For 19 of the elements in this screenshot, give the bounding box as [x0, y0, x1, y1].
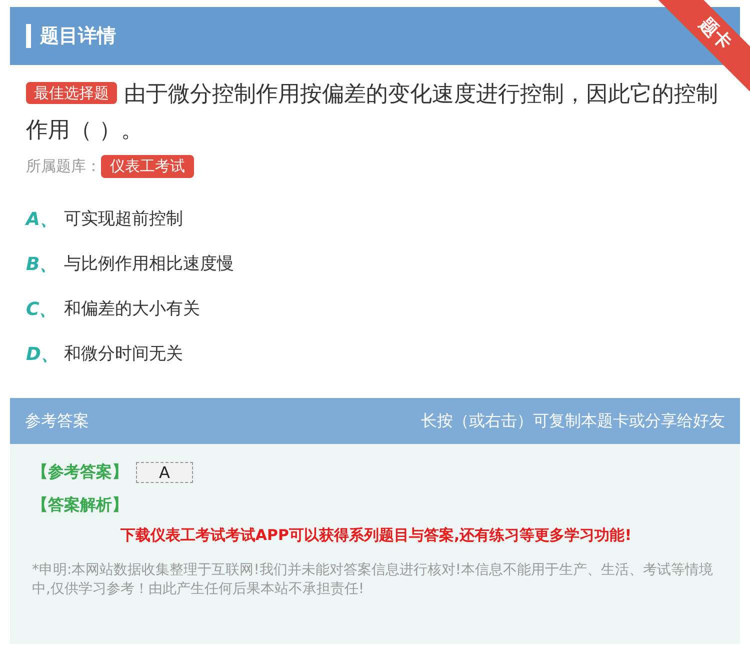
analysis-label: 【答案解析】 [32, 495, 129, 516]
option-text: 和微分时间无关 [64, 343, 183, 365]
option-text: 与比例作用相比速度慢 [64, 253, 234, 275]
promo-text: 下载仪表工考试考试APP可以获得系列题目与答案,还有练习等更多学习功能! [119, 526, 633, 545]
option-text: 可实现超前控制 [64, 208, 183, 230]
share-hint: 长按（或右击）可复制本题卡或分享给好友 [421, 410, 725, 432]
answer-label: 【参考答案】 [32, 462, 128, 483]
accent-bar [26, 24, 31, 48]
option-letter: C、 [26, 298, 58, 320]
option-letter: A、 [26, 208, 59, 230]
page-title: 题目详情 [40, 24, 116, 49]
bank-label: 所属题库： [26, 157, 101, 176]
option-letter: B、 [26, 252, 59, 276]
option-letter: D、 [26, 342, 60, 366]
answer-title: 参考答案 [25, 410, 89, 432]
option-text: 和偏差的大小有关 [64, 298, 200, 320]
answer-value: A [136, 462, 193, 483]
bank-tag[interactable]: 仪表工考试 [101, 155, 194, 178]
disclaimer-text: *申明:本网站数据收集整理于互联网!我们并未能对答案信息进行核对!本信息不能用于生产、生活、考试等情境中,仅供学习参考！由此产生任何后果本站不承担责任! [32, 561, 714, 599]
